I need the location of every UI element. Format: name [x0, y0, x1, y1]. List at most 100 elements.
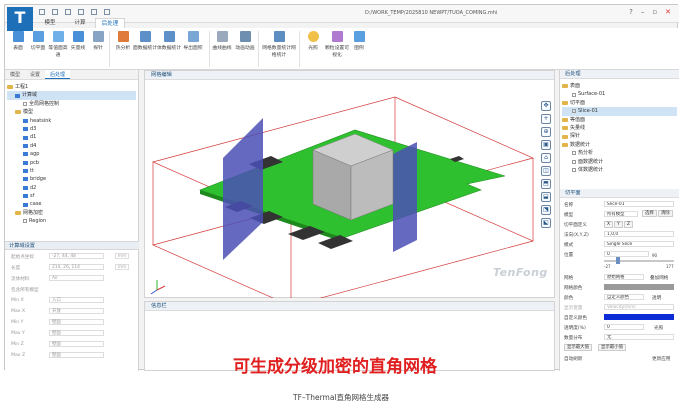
tree-item[interactable]: sf — [7, 192, 136, 200]
prop-mesh-select[interactable]: 原始网格 — [604, 274, 644, 280]
prop-var-select[interactable]: Velocity(m/s) — [604, 304, 674, 310]
post-tree-item[interactable]: 探针 — [562, 132, 677, 140]
ribbon-face-stats-button[interactable]: 面数据统计 — [133, 31, 157, 51]
show-max-button[interactable]: 显示最大值 — [564, 344, 592, 351]
post-tree-item[interactable]: Slice-01 — [562, 107, 677, 116]
ribbon-surface-button[interactable]: 表面 — [8, 31, 28, 51]
prop-color-select[interactable]: 自定义颜色 — [604, 294, 644, 300]
post-tree-item[interactable]: 热分析 — [562, 149, 677, 157]
prop-vector-input[interactable]: 1,0,0 — [604, 231, 674, 237]
view-tool-icon[interactable]: ⬓ — [541, 192, 551, 202]
domain-field-input[interactable]: 壁面 — [49, 330, 104, 336]
position-slider-thumb[interactable] — [616, 257, 620, 264]
prop-transp-input[interactable]: 0 — [604, 324, 644, 330]
domain-field-input[interactable]: 214, 26, 114 — [49, 264, 104, 270]
normal-x-button[interactable]: X — [604, 221, 614, 228]
prop-pos-input[interactable]: 0 — [604, 251, 649, 257]
tree-item[interactable]: d1 — [7, 133, 136, 141]
tree-item[interactable]: bridge — [7, 175, 136, 183]
tree-item[interactable]: d3 — [7, 125, 136, 133]
tree-item[interactable]: agp — [7, 150, 136, 158]
apply-button[interactable]: 更新应用 — [652, 356, 670, 362]
prop-name-input[interactable]: Slice-01 — [604, 201, 674, 207]
post-tree-item[interactable]: 矢量线 — [562, 124, 677, 132]
tab-left-settings[interactable]: 设置 — [25, 70, 45, 79]
tree-item[interactable]: pcb — [7, 159, 136, 167]
domain-field-input[interactable]: 壁面 — [49, 341, 104, 347]
overlay-mesh-checkbox[interactable]: 叠加网格 — [650, 275, 668, 281]
tree-item[interactable]: d4 — [7, 142, 136, 150]
position-slider[interactable] — [604, 260, 674, 262]
view-tool-icon[interactable]: ▣ — [541, 140, 551, 150]
tab-compute[interactable]: 计算 — [65, 18, 95, 28]
post-tree-item[interactable]: 面数据统计 — [562, 158, 677, 166]
post-tree-item[interactable]: 切平面 — [562, 99, 677, 107]
prop-mode-select[interactable]: Single Slice — [604, 241, 674, 247]
tree-item[interactable]: 计算域 — [7, 91, 136, 100]
prop-model-input[interactable]: 所有模型 — [604, 211, 638, 217]
prop-dist-select[interactable]: 无 — [604, 334, 674, 340]
tree-item[interactable]: 工程1 — [7, 83, 136, 91]
tab-model[interactable]: 模型 — [35, 18, 65, 28]
save-icon[interactable] — [65, 9, 71, 15]
ribbon-curve-button[interactable]: 曲线曲线 — [212, 31, 232, 51]
post-tree-item[interactable]: Surface-01 — [562, 90, 677, 98]
tree-item[interactable]: 全局网格控制 — [7, 100, 136, 108]
ribbon-animation-button[interactable]: 动画动画 — [235, 31, 255, 51]
ribbon-particle-button[interactable]: 颗粒设置可视化 — [323, 31, 351, 58]
domain-field-input[interactable]: 开放 — [49, 308, 104, 314]
view-tool-icon[interactable]: ⬒ — [541, 179, 551, 189]
tab-left-model[interactable]: 模型 — [5, 70, 25, 79]
settings-icon[interactable] — [104, 9, 110, 15]
undo-icon[interactable] — [78, 9, 84, 15]
custom-color-swatch[interactable] — [604, 314, 674, 320]
tree-item[interactable]: case — [7, 200, 136, 208]
view-tool-icon[interactable]: ◫ — [541, 166, 551, 176]
ribbon-export-button[interactable]: 导出面积 — [181, 31, 205, 51]
post-tree-item[interactable]: 数据统计 — [562, 141, 677, 149]
ribbon-thermal-button[interactable]: 热分析 — [113, 31, 133, 51]
tree-item[interactable]: tt — [7, 167, 136, 175]
mesh-color-swatch[interactable] — [604, 284, 674, 290]
post-tree-item[interactable]: 体数据统计 — [562, 166, 677, 174]
domain-field-input[interactable]: 壁面 — [49, 352, 104, 358]
domain-field-input[interactable]: 入口 — [49, 297, 104, 303]
lighting-checkbox[interactable]: 光照 — [654, 325, 663, 331]
domain-field-input[interactable]: Air — [49, 275, 104, 281]
redo-icon[interactable] — [91, 9, 97, 15]
help-icon[interactable]: ? — [629, 8, 633, 16]
auto-refresh-checkbox[interactable]: 自动刷新 — [564, 356, 582, 362]
tab-left-postprocess[interactable]: 后处理 — [45, 70, 71, 79]
tab-postprocess[interactable]: 后处理 — [95, 18, 125, 28]
normal-y-button[interactable]: Y — [614, 221, 623, 228]
tree-item[interactable]: Region — [7, 217, 136, 225]
post-tree-item[interactable]: 表面 — [562, 82, 677, 90]
clear-button[interactable]: 清除 — [658, 210, 673, 217]
ribbon-vector-button[interactable]: 矢量线 — [68, 31, 88, 51]
ribbon-volume-stats-button[interactable]: 体数据统计 — [157, 31, 181, 51]
normal-z-button[interactable]: Z — [624, 221, 634, 228]
domain-field-input[interactable]: -27, 44, 48 — [49, 253, 104, 259]
view-tool-icon[interactable]: ⬔ — [541, 205, 551, 215]
tree-item[interactable]: d2 — [7, 184, 136, 192]
view-tool-icon[interactable]: ⬕ — [541, 218, 551, 228]
post-tree-item[interactable]: 等值面 — [562, 116, 677, 124]
tree-item[interactable]: 模型 — [7, 108, 136, 116]
view-tool-icon[interactable]: ✥ — [541, 101, 551, 111]
view-tool-icon[interactable]: ⌂ — [541, 153, 551, 163]
new-icon[interactable] — [39, 9, 45, 15]
ribbon-mesh-stats-button[interactable]: 网格数量统计网格统计 — [262, 31, 296, 58]
view-tool-icon[interactable]: ⊕ — [541, 127, 551, 137]
minimize-icon[interactable]: – — [641, 8, 645, 16]
ribbon-legend-button[interactable]: 图例 — [349, 31, 369, 51]
ribbon-isosurface-button[interactable]: 等值面高通 — [48, 31, 68, 58]
tree-item[interactable]: 网格加密 — [7, 209, 136, 217]
viewport[interactable]: 网格编辑 ✥ + ⊕ ▣ ⌂ ◫ ⬒ ⬓ ⬔ ⬕ TenFong — [144, 70, 555, 298]
tree-item[interactable]: heatsink — [7, 117, 136, 125]
domain-field-input[interactable]: 壁面 — [49, 319, 104, 325]
ribbon-light-button[interactable]: 光照 — [303, 31, 323, 51]
close-icon[interactable]: ✕ — [665, 8, 671, 16]
open-icon[interactable] — [52, 9, 58, 15]
maximize-icon[interactable]: ▫ — [652, 8, 657, 16]
select-button[interactable]: 选择 — [642, 210, 657, 217]
